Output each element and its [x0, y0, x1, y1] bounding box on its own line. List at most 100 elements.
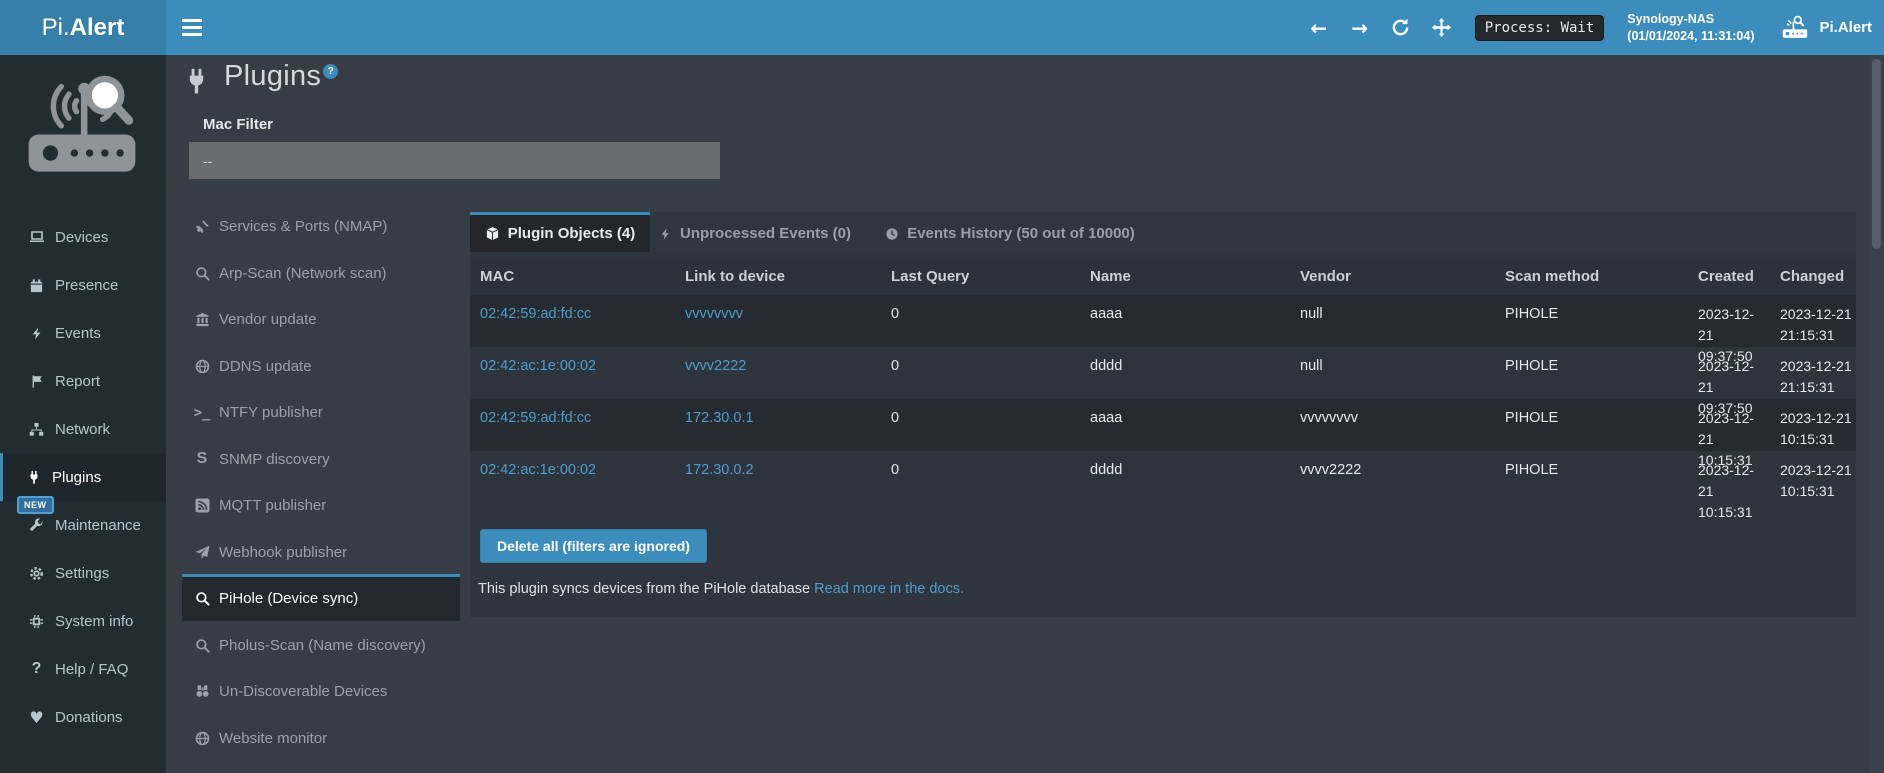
plugin-nav-arp-scan[interactable]: Arp-Scan (Network scan) [182, 249, 460, 296]
col-last-query: Last Query [881, 268, 1080, 285]
plugin-nav-label: MQTT publisher [219, 497, 326, 514]
plugin-nav-label: Webhook publisher [219, 544, 347, 561]
plugin-description-text: This plugin syncs devices from the PiHol… [478, 581, 814, 597]
plugin-description: This plugin syncs devices from the PiHol… [478, 581, 1856, 597]
plugin-nav-label: Arp-Scan (Network scan) [219, 265, 387, 282]
col-scan-method: Scan method [1495, 268, 1690, 285]
sidebar-item-label: Donations [55, 709, 123, 726]
gear-icon [28, 566, 45, 581]
table-row: 02:42:59:ad:fd:cc vvvvvvvv 0 aaaa null P… [470, 295, 1856, 347]
plugin-nav-pihole[interactable]: PiHole (Device sync) [182, 574, 460, 621]
forward-icon[interactable]: → [1348, 16, 1372, 40]
mac-filter-input[interactable] [189, 142, 720, 179]
new-feature-badge: NEW [17, 496, 54, 514]
plugin-nav-label: SNMP discovery [219, 451, 330, 468]
snmp-s-icon: S [192, 450, 212, 468]
page-header: Plugins ? [183, 60, 338, 96]
plugin-nav-label: Services & Ports (NMAP) [219, 218, 387, 235]
plugin-nav-pholus-scan[interactable]: Pholus-Scan (Name discovery) [182, 621, 460, 668]
device-link[interactable]: 172.30.0.2 [685, 462, 754, 478]
brand-light: Pi. [42, 14, 70, 42]
plugin-nav-webhook-publisher[interactable]: Webhook publisher [182, 528, 460, 575]
sidebar-item-help-faq[interactable]: ? Help / FAQ [0, 645, 166, 693]
tab-events-history[interactable]: Events History (50 out of 10000) [860, 212, 1160, 252]
plugin-nav-label: Un-Discoverable Devices [219, 683, 387, 700]
sidebar-item-label: System info [55, 613, 133, 630]
sidebar-toggle-icon[interactable] [166, 0, 218, 55]
vendor-cell: vvvv2222 [1290, 451, 1495, 523]
chip-icon [28, 614, 45, 629]
pialert-logo-graphic [22, 67, 142, 189]
plug-icon [183, 67, 210, 96]
laptop-icon [28, 229, 45, 245]
device-link[interactable]: vvvvvvvv [685, 306, 743, 322]
changed-cell: 2023-12-21 10:15:31 [1772, 451, 1856, 523]
sidebar-item-label: Presence [55, 277, 118, 294]
sidebar-item-donations[interactable]: ♥ Donations [0, 693, 166, 741]
mac-link[interactable]: 02:42:59:ad:fd:cc [480, 306, 591, 322]
back-icon[interactable]: ← [1307, 16, 1331, 40]
plugin-nav-website-monitor[interactable]: Website monitor [182, 714, 460, 761]
calendar-icon [28, 278, 45, 293]
rss-icon [192, 498, 212, 513]
tab-unprocessed-events[interactable]: Unprocessed Events (0) [650, 212, 860, 252]
sidebar-item-devices[interactable]: Devices [0, 213, 166, 261]
help-badge-icon[interactable]: ? [323, 64, 338, 79]
tab-plugin-objects[interactable]: Plugin Objects (4) [470, 212, 650, 252]
mac-link[interactable]: 02:42:ac:1e:00:02 [480, 462, 596, 478]
globe-icon [192, 359, 212, 374]
plugin-nav-label: DDNS update [219, 358, 312, 375]
col-changed: Changed [1772, 268, 1856, 285]
host-info: Synology-NAS (01/01/2024, 11:31:04) [1627, 11, 1754, 45]
paper-plane-icon [192, 545, 212, 560]
sidebar-item-report[interactable]: Report [0, 357, 166, 405]
last-query-cell: 0 [881, 451, 1080, 523]
wrench-icon [28, 518, 45, 533]
mac-filter-label: Mac Filter [203, 116, 273, 133]
plugin-nav-undiscoverable-devices[interactable]: Un-Discoverable Devices [182, 667, 460, 714]
question-icon: ? [28, 660, 45, 678]
sidebar-item-label: Plugins [52, 469, 101, 486]
sidebar-item-plugins[interactable]: Plugins [0, 453, 166, 501]
device-link[interactable]: 172.30.0.1 [685, 410, 754, 426]
move-icon[interactable] [1430, 16, 1454, 40]
plugin-nav-mqtt-publisher[interactable]: MQTT publisher [182, 481, 460, 528]
heart-icon: ♥ [28, 708, 45, 727]
search-icon [192, 638, 212, 653]
tab-label: Plugin Objects (4) [508, 225, 636, 242]
col-created: Created [1690, 268, 1772, 285]
sidebar-item-events[interactable]: Events [0, 309, 166, 357]
host-time: (01/01/2024, 11:31:04) [1627, 28, 1754, 45]
sidebar-item-network[interactable]: Network [0, 405, 166, 453]
tab-bar: Plugin Objects (4) Unprocessed Events (0… [470, 212, 1856, 252]
router-icon [1779, 15, 1811, 40]
topbar-brand-text: Pi.Alert [1819, 19, 1872, 36]
col-mac: MAC [470, 268, 675, 285]
table-header: MAC Link to device Last Query Name Vendo… [470, 257, 1856, 295]
sidebar-item-label: Devices [55, 229, 108, 246]
sidebar-item-system-info[interactable]: System info [0, 597, 166, 645]
name-cell: dddd [1080, 451, 1290, 523]
plugin-nav-ddns-update[interactable]: DDNS update [182, 342, 460, 389]
sidebar-item-presence[interactable]: Presence [0, 261, 166, 309]
plugin-nav-label: PiHole (Device sync) [219, 590, 358, 607]
search-icon [192, 591, 212, 606]
refresh-icon[interactable] [1389, 16, 1413, 40]
plugin-nav-label: Pholus-Scan (Name discovery) [219, 637, 426, 654]
scan-method-cell: PIHOLE [1495, 451, 1690, 523]
app-logo[interactable]: Pi.Alert [0, 0, 166, 55]
page-scrollbar [1869, 55, 1884, 773]
plugin-nav-services-ports[interactable]: Services & Ports (NMAP) [182, 202, 460, 249]
plugin-nav-snmp-discovery[interactable]: S SNMP discovery [182, 435, 460, 482]
clock-icon [885, 227, 899, 241]
topbar-brand-right: Pi.Alert [1779, 15, 1872, 40]
mac-link[interactable]: 02:42:59:ad:fd:cc [480, 410, 591, 426]
docs-link[interactable]: Read more in the docs. [814, 581, 964, 597]
mac-link[interactable]: 02:42:ac:1e:00:02 [480, 358, 596, 374]
plugin-nav-vendor-update[interactable]: Vendor update [182, 295, 460, 342]
device-link[interactable]: vvvv2222 [685, 358, 746, 374]
plugin-nav-ntfy-publisher[interactable]: >_ NTFY publisher [182, 388, 460, 435]
scrollbar-thumb[interactable] [1872, 59, 1881, 249]
delete-all-button[interactable]: Delete all (filters are ignored) [480, 529, 707, 563]
sidebar-item-settings[interactable]: Settings [0, 549, 166, 597]
